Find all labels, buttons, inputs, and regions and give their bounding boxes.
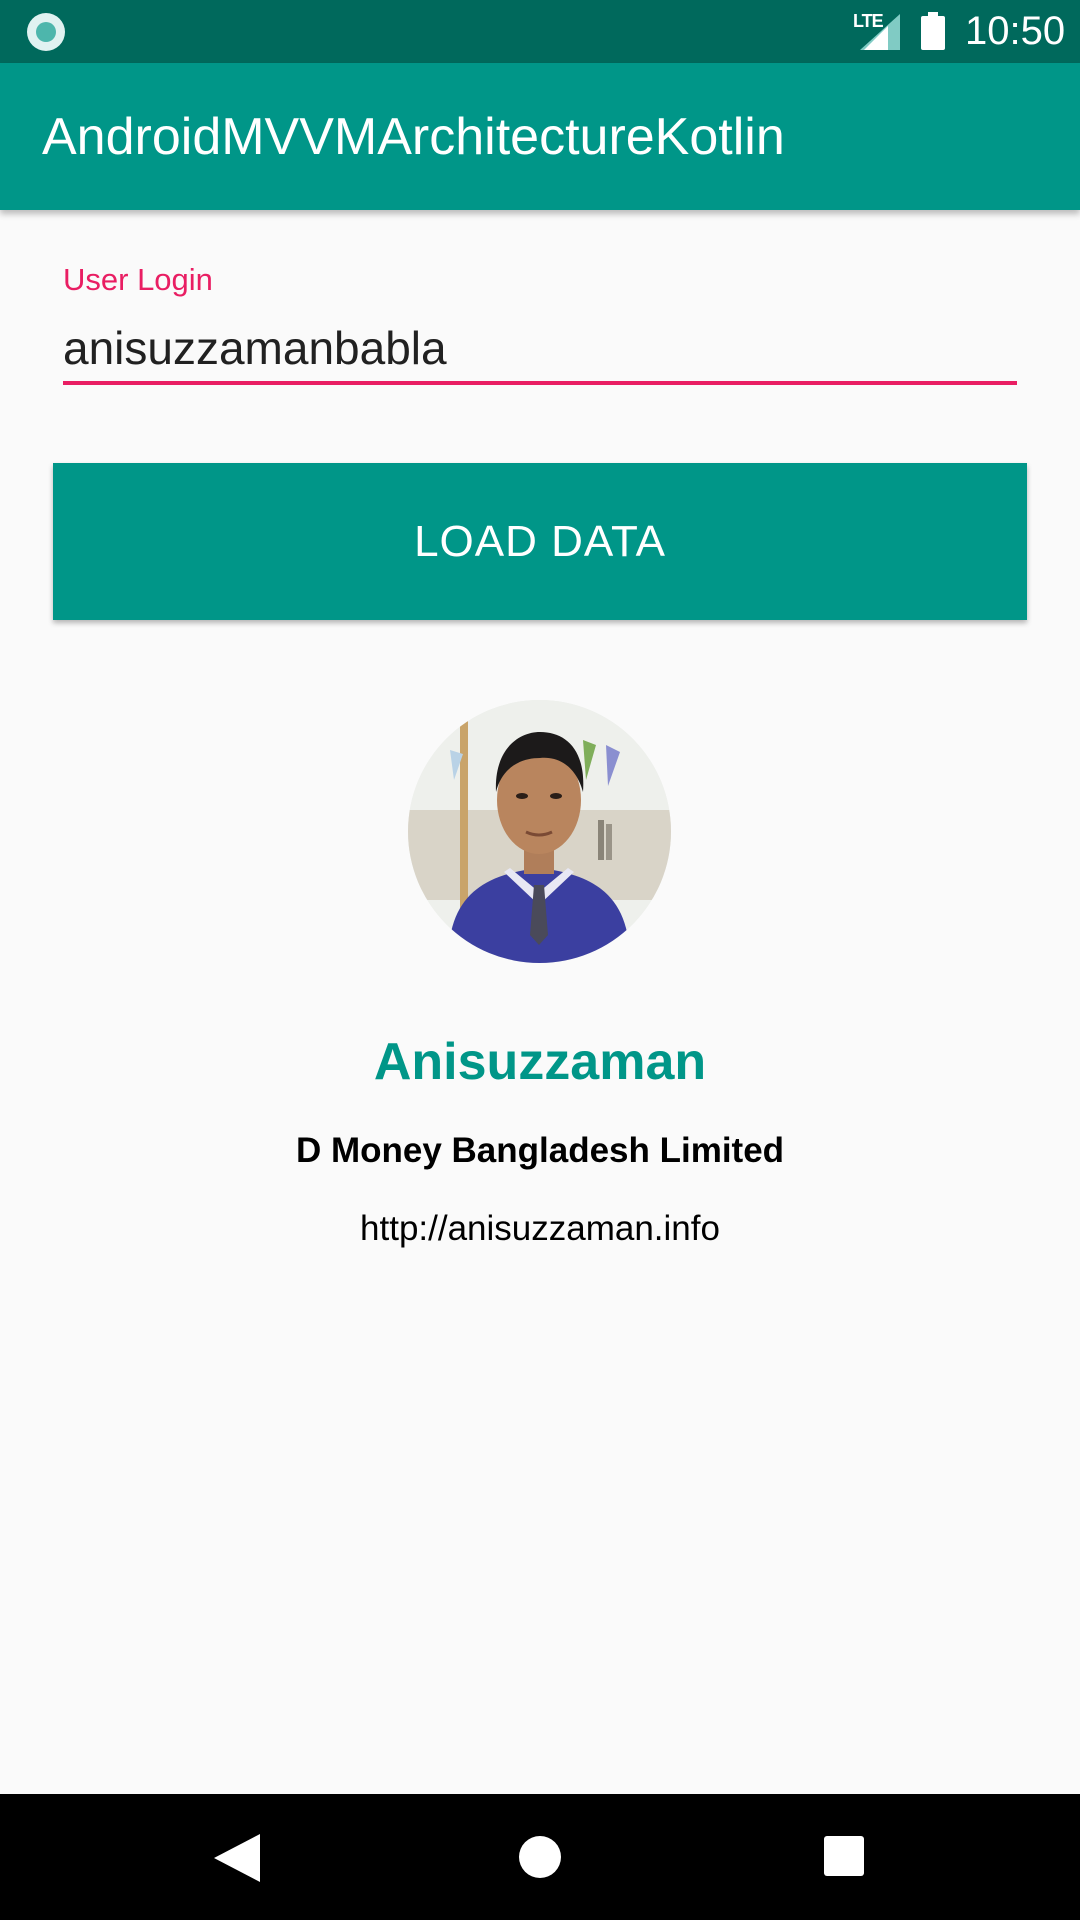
app-bar: AndroidMVVMArchitectureKotlin (0, 63, 1080, 210)
main-content: User Login LOAD DATA (0, 210, 1080, 1794)
user-login-label: User Login (63, 262, 213, 297)
user-company: D Money Bangladesh Limited (295, 1131, 785, 1170)
user-blog-link[interactable]: http://anisuzzaman.info (0, 1208, 1080, 1250)
avatar-photo (408, 700, 671, 963)
screen: LTE 10:50 AndroidMVVMArchitectureKotlin … (0, 0, 1080, 1920)
load-data-button[interactable]: LOAD DATA (53, 463, 1027, 620)
recents-icon[interactable] (824, 1836, 864, 1876)
signal-icon (860, 14, 900, 50)
battery-icon (921, 12, 945, 50)
app-title: AndroidMVVMArchitectureKotlin (42, 108, 785, 166)
record-icon (27, 13, 65, 51)
user-name: Anisuzzaman (373, 1033, 707, 1091)
status-clock: 10:50 (965, 9, 1066, 53)
back-icon[interactable] (214, 1834, 260, 1882)
user-login-input[interactable] (63, 315, 1017, 385)
home-icon[interactable] (519, 1836, 561, 1878)
status-bar: LTE 10:50 (0, 0, 1080, 63)
navigation-bar (0, 1794, 1080, 1920)
avatar (408, 700, 671, 963)
